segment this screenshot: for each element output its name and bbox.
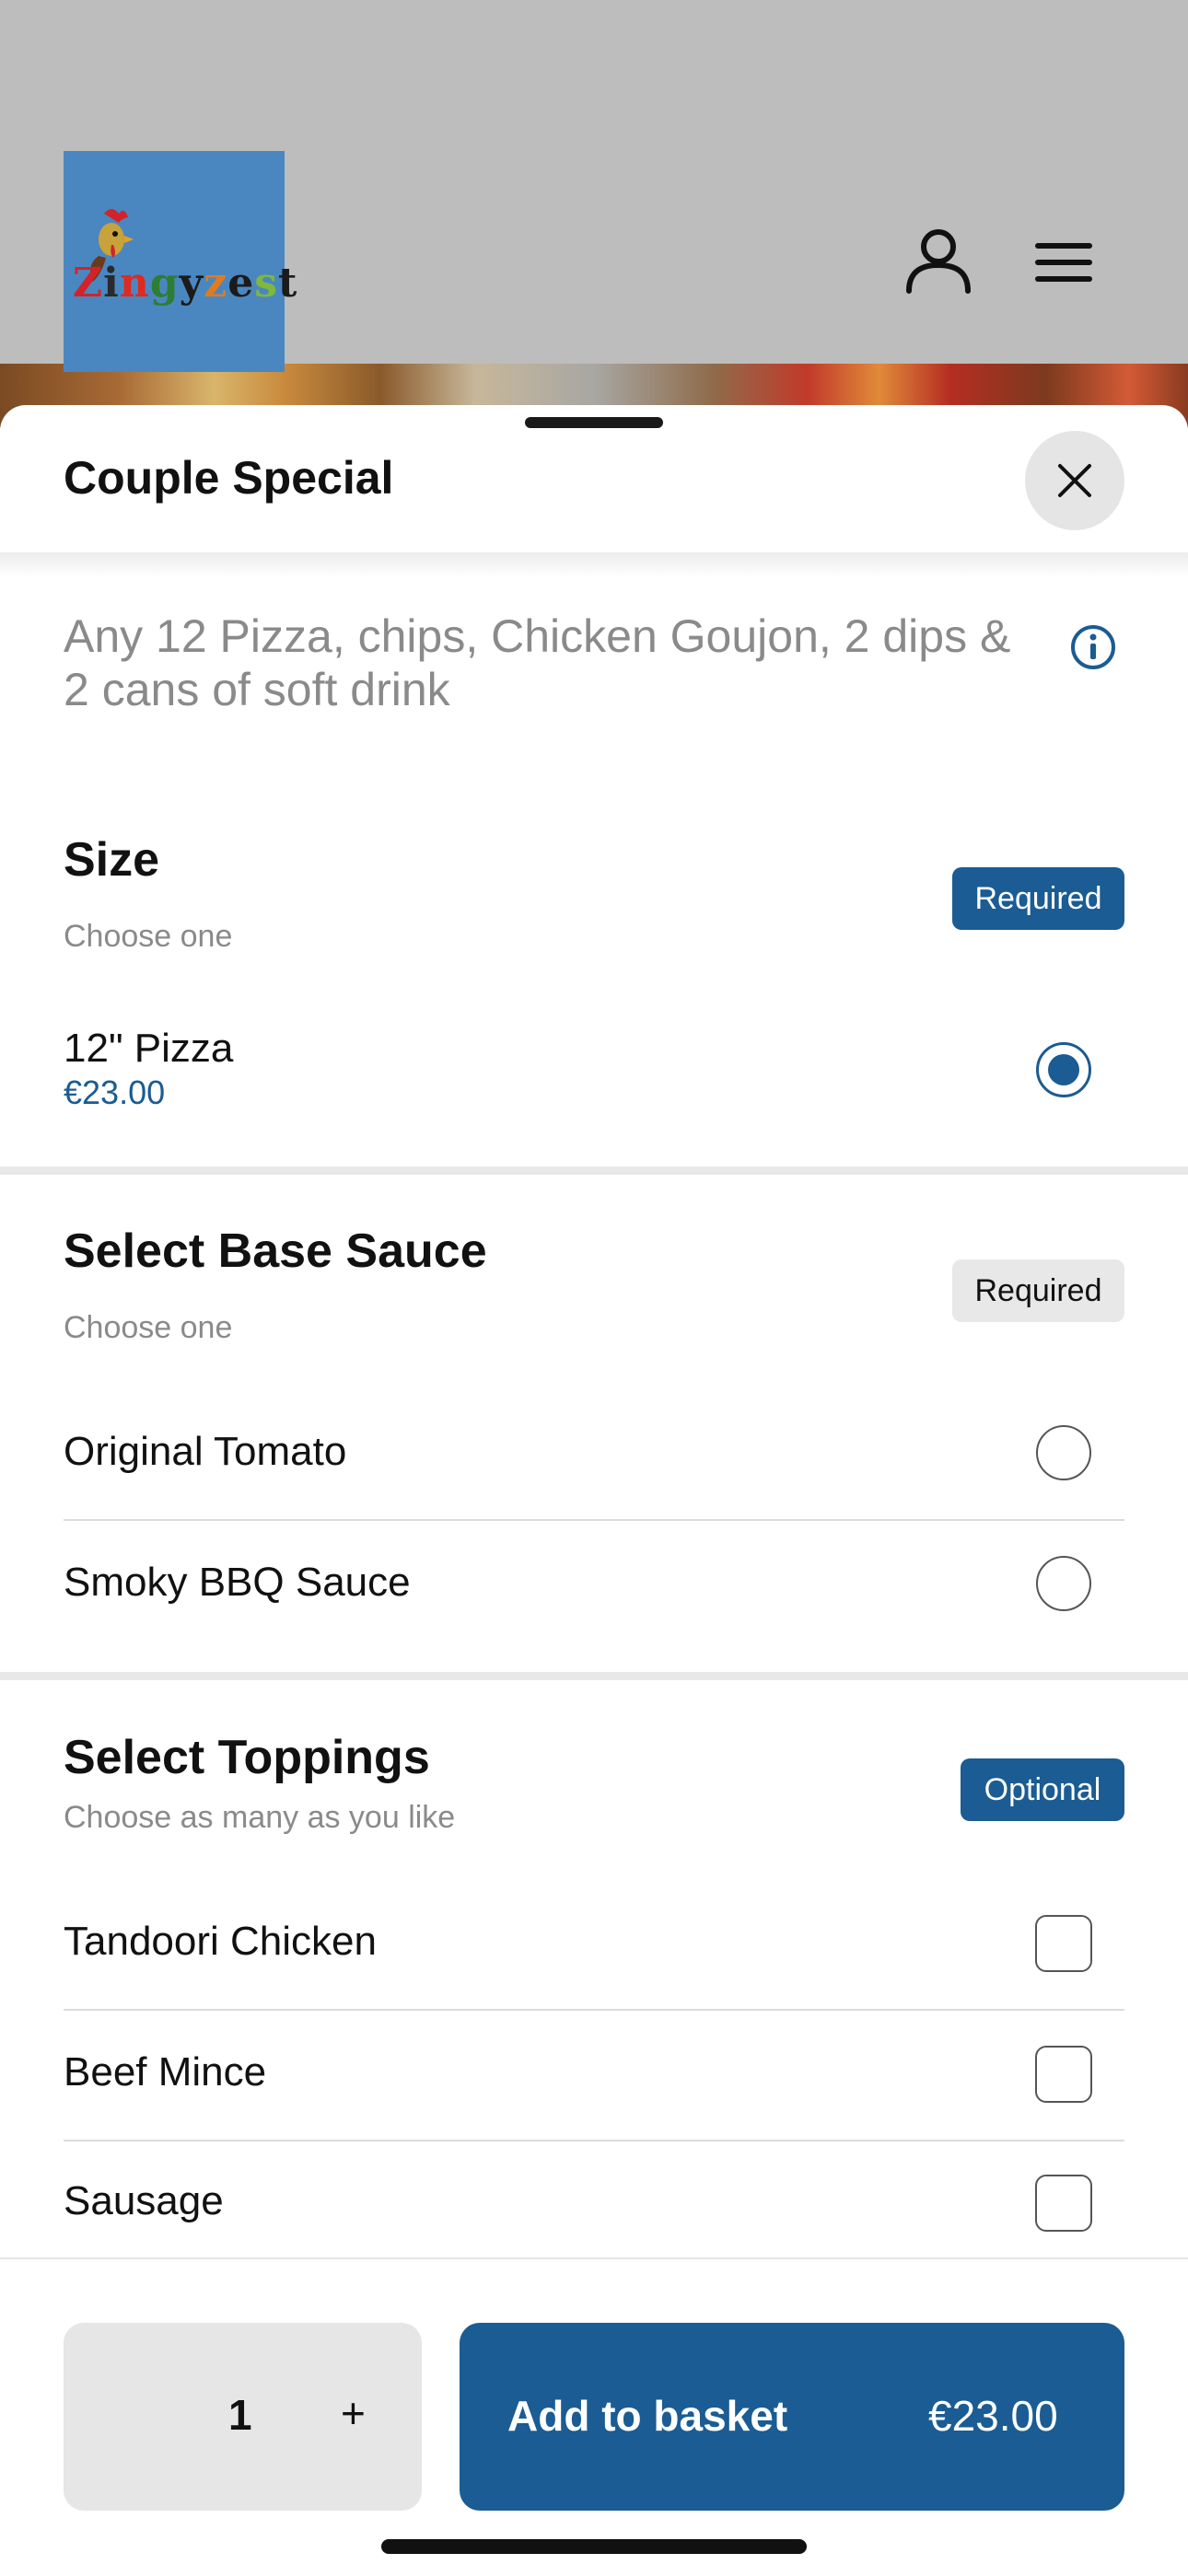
item-title: Couple Special xyxy=(64,452,394,504)
add-to-basket-label: Add to basket xyxy=(507,2392,788,2440)
section-divider xyxy=(0,1672,1188,1680)
close-icon xyxy=(1058,464,1091,497)
required-badge: Required xyxy=(952,1259,1124,1322)
topping-option-sausage[interactable]: Sausage xyxy=(0,2141,1188,2257)
quantity-value: 1 xyxy=(228,2391,252,2439)
size-section-title: Size xyxy=(64,833,160,887)
sauce-option-original-tomato[interactable]: Original Tomato xyxy=(0,1390,1188,1519)
required-badge: Required xyxy=(952,867,1124,930)
sauce-section-title: Select Base Sauce xyxy=(64,1224,487,1278)
checkbox[interactable] xyxy=(1035,1915,1092,1972)
optional-badge: Optional xyxy=(961,1758,1124,1821)
hamburger-menu-icon[interactable] xyxy=(1031,239,1096,285)
option-price: €23.00 xyxy=(64,1073,166,1111)
option-label: Tandoori Chicken xyxy=(64,1919,377,1964)
toppings-section-subtitle: Choose as many as you like xyxy=(64,1800,456,1835)
option-label: 12" Pizza xyxy=(64,1026,234,1071)
toppings-section-title: Select Toppings xyxy=(64,1731,430,1784)
user-account-icon[interactable] xyxy=(904,226,973,295)
topping-option-beef-mince[interactable]: Beef Mince xyxy=(0,2011,1188,2140)
sauce-option-smoky-bbq[interactable]: Smoky BBQ Sauce xyxy=(0,1521,1188,1650)
size-option-12-pizza[interactable]: 12" Pizza €23.00 xyxy=(0,1013,1188,1151)
size-section-subtitle: Choose one xyxy=(64,919,233,954)
option-label: Beef Mince xyxy=(64,2049,267,2094)
option-label: Sausage xyxy=(64,2178,224,2223)
radio-unselected[interactable] xyxy=(1036,1556,1091,1611)
option-label: Original Tomato xyxy=(64,1429,347,1474)
brand-logo-text: Zingyzest xyxy=(73,260,298,307)
item-description: Any 12 Pizza, chips, Chicken Goujon, 2 d… xyxy=(64,610,1011,715)
info-icon[interactable] xyxy=(1069,623,1117,671)
topping-option-tandoori-chicken[interactable]: Tandoori Chicken xyxy=(0,1880,1188,2009)
radio-selected[interactable] xyxy=(1036,1042,1091,1097)
quantity-increment-button[interactable]: + xyxy=(341,2388,366,2438)
brand-logo[interactable]: Zingyzest xyxy=(64,151,297,372)
home-indicator xyxy=(381,2539,807,2554)
section-divider xyxy=(0,1166,1188,1175)
sheet-grabber[interactable] xyxy=(525,417,663,428)
option-label: Smoky BBQ Sauce xyxy=(64,1560,411,1605)
close-button[interactable] xyxy=(1025,431,1124,530)
radio-unselected[interactable] xyxy=(1036,1425,1091,1480)
checkbox[interactable] xyxy=(1035,2046,1092,2103)
title-divider xyxy=(0,552,1188,578)
checkbox[interactable] xyxy=(1035,2175,1092,2232)
sauce-section-subtitle: Choose one xyxy=(64,1310,233,1345)
add-to-basket-price: €23.00 xyxy=(928,2392,1058,2440)
